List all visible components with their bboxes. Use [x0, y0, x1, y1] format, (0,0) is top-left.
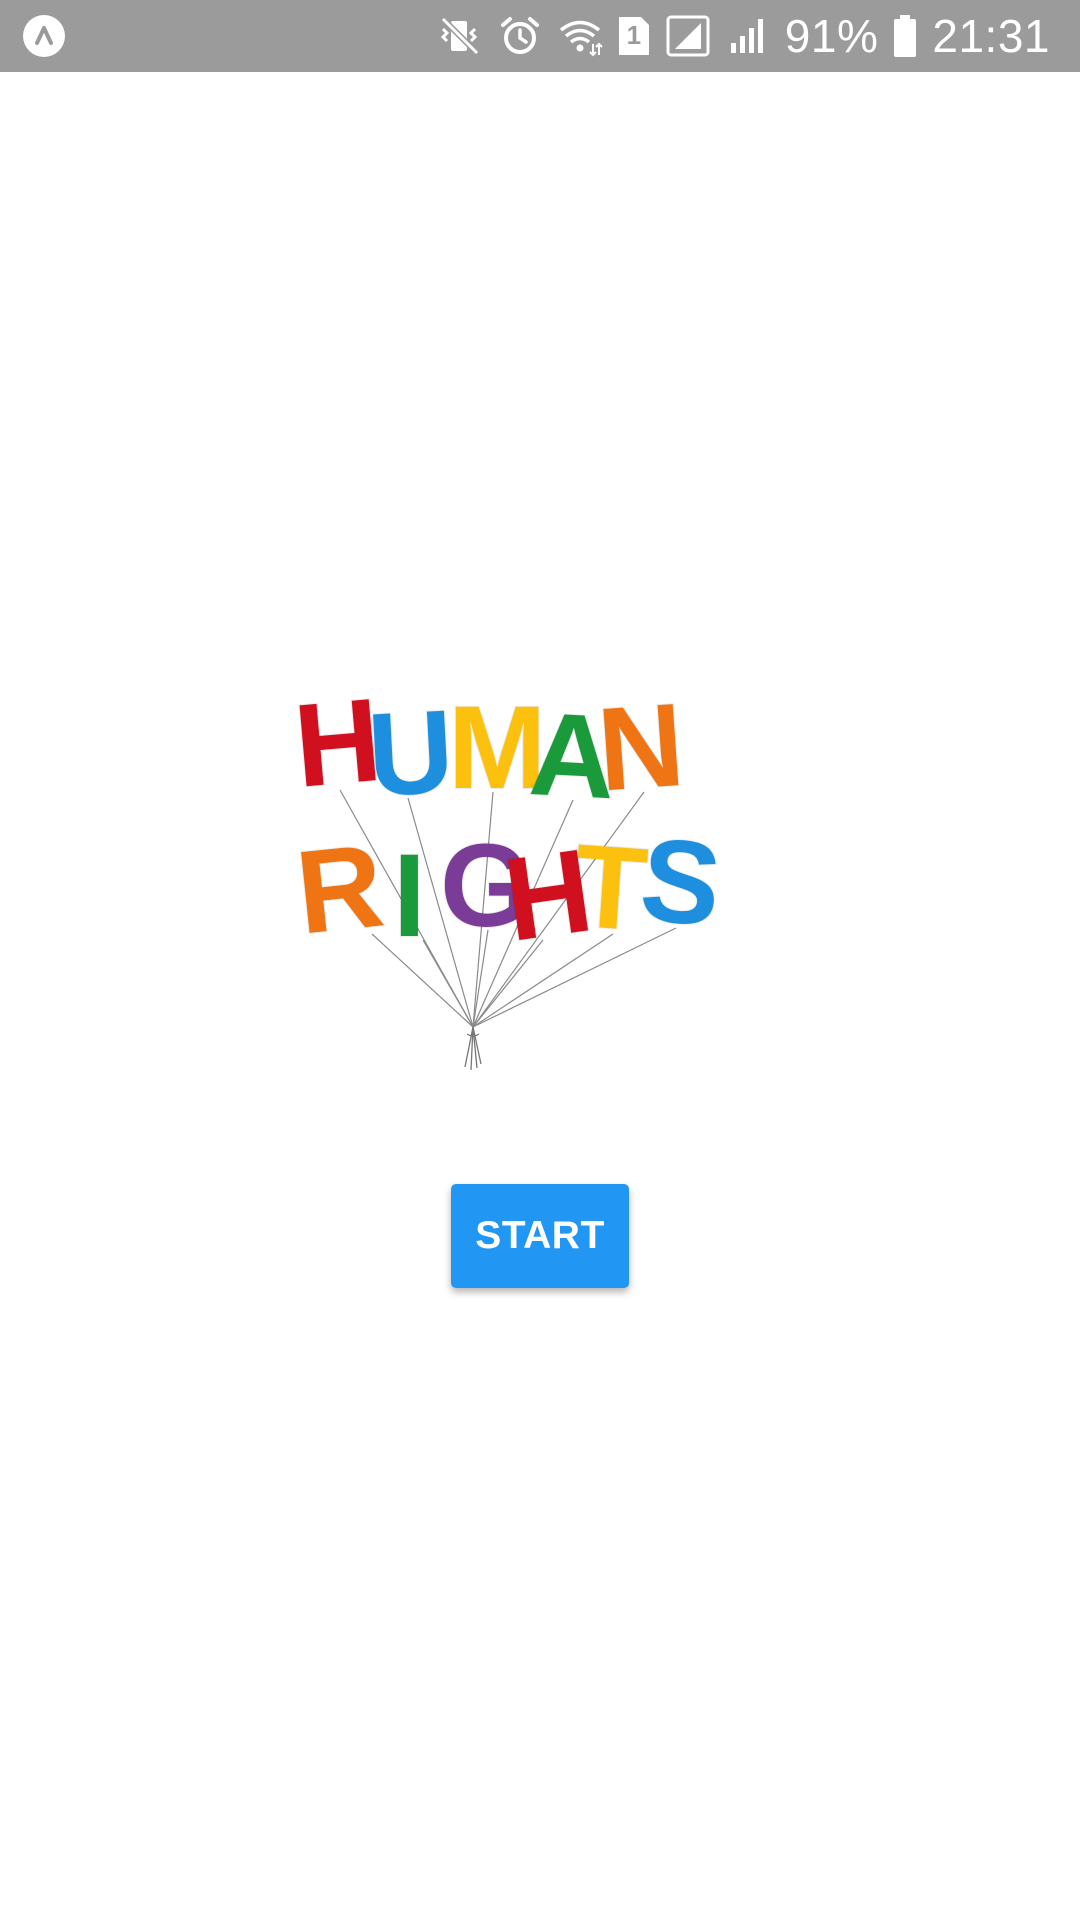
vibrate-mute-icon: [440, 16, 479, 56]
sim-slot-number: 1: [626, 20, 642, 50]
human-rights-logo: H U M A N R I G H T S: [289, 673, 728, 1071]
start-button[interactable]: START: [451, 1184, 629, 1288]
sim-1-icon: 1: [617, 15, 651, 57]
alarm-icon: [500, 17, 539, 54]
string-knot: [464, 1026, 482, 1071]
battery-icon: [894, 15, 917, 57]
clock-time: 21:31: [932, 10, 1050, 62]
balloon-letter-s: S: [635, 813, 727, 953]
balloon-letter-r: R: [291, 819, 390, 959]
status-icons: 1 91% 21:31: [437, 0, 1050, 72]
balloon-letter-u: U: [365, 686, 457, 822]
battery-percent: 91%: [784, 10, 879, 62]
balloon-letter-n: N: [594, 679, 688, 817]
main-content: H U M A N R I G H T S START: [0, 72, 1080, 1920]
signal-strength-icon: [666, 15, 710, 57]
signal-strength-2-icon: [730, 19, 763, 53]
status-bar: 1 91% 21:31: [0, 0, 1080, 72]
balloon-letter-i: I: [393, 830, 426, 962]
app-notification-icon: [23, 15, 65, 57]
wifi-icon: [559, 20, 603, 57]
